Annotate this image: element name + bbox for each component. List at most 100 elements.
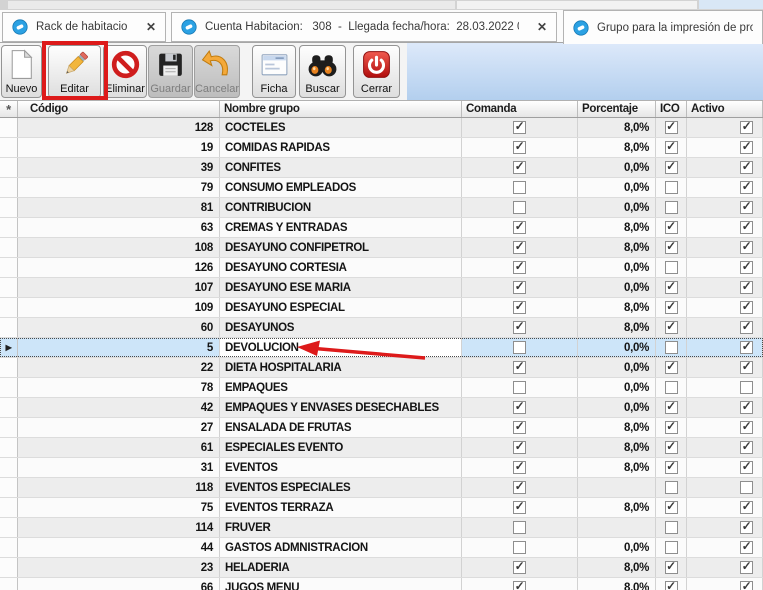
activo-checkbox[interactable]: ✓ <box>740 421 753 434</box>
column-header-porcentaje[interactable]: Porcentaje <box>578 101 656 117</box>
porcentaje-cell[interactable]: 8,0% <box>578 138 656 157</box>
comanda-checkbox[interactable]: ✓ <box>513 281 526 294</box>
activo-checkbox[interactable]: ✓ <box>740 441 753 454</box>
table-row[interactable]: 109DESAYUNO ESPECIAL✓8,0%✓✓ <box>0 298 763 318</box>
comanda-cell[interactable]: ✓ <box>462 318 578 337</box>
comanda-checkbox[interactable]: ✓ <box>513 261 526 274</box>
codigo-cell[interactable]: 27 <box>18 418 220 437</box>
row-selector-cell[interactable] <box>0 218 18 237</box>
activo-cell[interactable]: ✓ <box>687 418 763 437</box>
comanda-cell[interactable]: ✓ <box>462 118 578 137</box>
cerrar-button[interactable]: Cerrar <box>353 45 400 98</box>
activo-cell[interactable]: ✓ <box>687 518 763 537</box>
codigo-cell[interactable]: 109 <box>18 298 220 317</box>
ico-cell[interactable]: ✓ <box>656 398 687 417</box>
table-row[interactable]: 44GASTOS ADMNISTRACION0,0%✓ <box>0 538 763 558</box>
tab-1[interactable]: Rack de habitaciones✕ <box>2 12 166 42</box>
comanda-checkbox[interactable]: ✓ <box>513 141 526 154</box>
porcentaje-cell[interactable]: 0,0% <box>578 538 656 557</box>
activo-checkbox[interactable]: ✓ <box>740 361 753 374</box>
comanda-cell[interactable]: ✓ <box>462 238 578 257</box>
codigo-cell[interactable]: 31 <box>18 458 220 477</box>
porcentaje-cell[interactable]: 8,0% <box>578 578 656 590</box>
table-row[interactable]: 126DESAYUNO CORTESIA✓0,0%✓ <box>0 258 763 278</box>
porcentaje-cell[interactable]: 0,0% <box>578 398 656 417</box>
row-selector-cell[interactable] <box>0 478 18 497</box>
table-row[interactable]: 23HELADERIA✓8,0%✓✓ <box>0 558 763 578</box>
nombre-grupo-cell[interactable]: CREMAS Y ENTRADAS <box>220 218 462 237</box>
comanda-checkbox[interactable] <box>513 341 526 354</box>
ficha-button[interactable]: Ficha <box>252 45 296 98</box>
ico-checkbox[interactable]: ✓ <box>665 221 678 234</box>
table-row[interactable]: 128COCTELES✓8,0%✓✓ <box>0 118 763 138</box>
ico-checkbox[interactable]: ✓ <box>665 141 678 154</box>
porcentaje-cell[interactable]: 8,0% <box>578 498 656 517</box>
activo-cell[interactable]: ✓ <box>687 118 763 137</box>
comanda-checkbox[interactable]: ✓ <box>513 221 526 234</box>
ico-cell[interactable] <box>656 378 687 397</box>
codigo-cell[interactable]: 39 <box>18 158 220 177</box>
codigo-cell[interactable]: 108 <box>18 238 220 257</box>
comanda-checkbox[interactable]: ✓ <box>513 321 526 334</box>
row-selector-cell[interactable] <box>0 518 18 537</box>
editar-button[interactable]: Editar <box>48 45 101 98</box>
tab-2[interactable]: Cuenta Habitacion: 308 - Llegada fecha/h… <box>171 12 557 42</box>
row-selector-cell[interactable] <box>0 138 18 157</box>
activo-checkbox[interactable]: ✓ <box>740 261 753 274</box>
nombre-grupo-cell[interactable]: ENSALADA DE FRUTAS <box>220 418 462 437</box>
table-row[interactable]: 60DESAYUNOS✓8,0%✓✓ <box>0 318 763 338</box>
tab-close-icon[interactable]: ✕ <box>537 20 547 34</box>
comanda-cell[interactable] <box>462 338 578 357</box>
ico-checkbox[interactable]: ✓ <box>665 301 678 314</box>
ico-cell[interactable] <box>656 178 687 197</box>
ico-checkbox[interactable]: ✓ <box>665 241 678 254</box>
activo-cell[interactable]: ✓ <box>687 198 763 217</box>
ico-checkbox[interactable] <box>665 201 678 214</box>
table-row[interactable]: 81CONTRIBUCION0,0%✓ <box>0 198 763 218</box>
comanda-checkbox[interactable]: ✓ <box>513 441 526 454</box>
row-selector-cell[interactable] <box>0 118 18 137</box>
row-selector-cell[interactable] <box>0 258 18 277</box>
codigo-cell[interactable]: 23 <box>18 558 220 577</box>
codigo-cell[interactable]: 75 <box>18 498 220 517</box>
row-selector-cell[interactable] <box>0 558 18 577</box>
codigo-cell[interactable]: 66 <box>18 578 220 590</box>
activo-checkbox[interactable]: ✓ <box>740 201 753 214</box>
ico-cell[interactable]: ✓ <box>656 118 687 137</box>
row-selector-cell[interactable] <box>0 238 18 257</box>
activo-cell[interactable]: ✓ <box>687 298 763 317</box>
nombre-grupo-cell[interactable]: DESAYUNOS <box>220 318 462 337</box>
activo-cell[interactable]: ✓ <box>687 258 763 277</box>
activo-checkbox[interactable]: ✓ <box>740 121 753 134</box>
comanda-checkbox[interactable] <box>513 181 526 194</box>
ico-cell[interactable]: ✓ <box>656 218 687 237</box>
ico-checkbox[interactable] <box>665 261 678 274</box>
table-row[interactable]: 114FRUVER✓ <box>0 518 763 538</box>
nombre-grupo-cell[interactable]: FRUVER <box>220 518 462 537</box>
row-selector-cell[interactable] <box>0 198 18 217</box>
codigo-cell[interactable]: 19 <box>18 138 220 157</box>
ico-checkbox[interactable]: ✓ <box>665 321 678 334</box>
nombre-grupo-cell[interactable]: JUGOS MENU <box>220 578 462 590</box>
activo-checkbox[interactable]: ✓ <box>740 521 753 534</box>
row-selector-cell[interactable] <box>0 398 18 417</box>
column-header-comanda[interactable]: Comanda <box>462 101 578 117</box>
codigo-cell[interactable]: 78 <box>18 378 220 397</box>
activo-cell[interactable]: ✓ <box>687 218 763 237</box>
activo-cell[interactable]: ✓ <box>687 578 763 590</box>
comanda-cell[interactable]: ✓ <box>462 558 578 577</box>
codigo-cell[interactable]: 44 <box>18 538 220 557</box>
table-row[interactable]: 31EVENTOS✓8,0%✓✓ <box>0 458 763 478</box>
row-selector-cell[interactable] <box>0 418 18 437</box>
ico-cell[interactable] <box>656 258 687 277</box>
ico-checkbox[interactable]: ✓ <box>665 361 678 374</box>
table-row[interactable]: 42EMPAQUES Y ENVASES DESECHABLES✓0,0%✓✓ <box>0 398 763 418</box>
ico-cell[interactable]: ✓ <box>656 158 687 177</box>
comanda-cell[interactable] <box>462 198 578 217</box>
table-row[interactable]: 39CONFITES✓0,0%✓✓ <box>0 158 763 178</box>
cancelar-button[interactable]: Cancelar <box>194 45 240 98</box>
table-row[interactable]: 19COMIDAS RAPIDAS✓8,0%✓✓ <box>0 138 763 158</box>
activo-checkbox[interactable] <box>740 381 753 394</box>
porcentaje-cell[interactable]: 8,0% <box>578 458 656 477</box>
table-row[interactable]: 75EVENTOS TERRAZA✓8,0%✓✓ <box>0 498 763 518</box>
